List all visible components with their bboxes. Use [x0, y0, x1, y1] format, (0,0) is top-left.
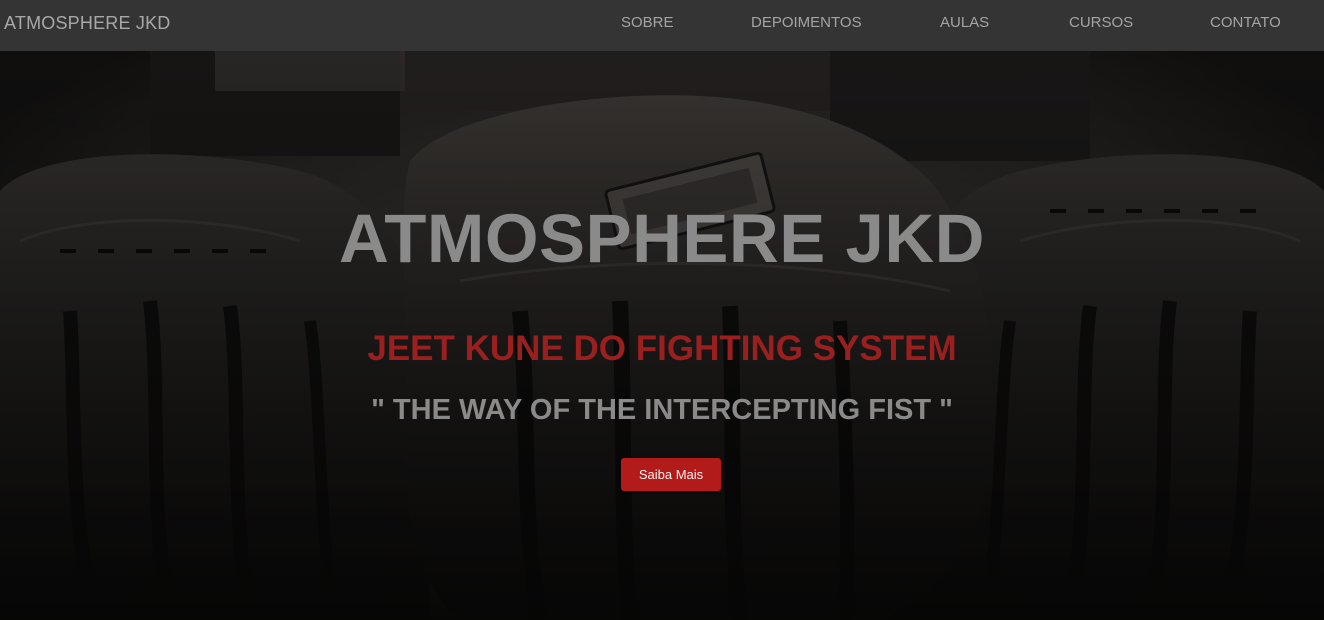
brand-link[interactable]: ATMOSPHERE JKD: [4, 0, 171, 51]
nav-link-aulas[interactable]: AULAS: [940, 0, 989, 51]
hero-quote: " THE WAY OF THE INTERCEPTING FIST ": [371, 394, 953, 426]
hero-section: ATMOSPHERE JKD JEET KUNE DO FIGHTING SYS…: [0, 51, 1324, 620]
page: ATMOSPHERE JKD SOBRE DEPOIMENTOS AULAS C…: [0, 0, 1324, 620]
hero-subtitle: JEET KUNE DO FIGHTING SYSTEM: [367, 329, 957, 368]
nav-link-depoimentos[interactable]: DEPOIMENTOS: [751, 0, 862, 51]
navbar: ATMOSPHERE JKD SOBRE DEPOIMENTOS AULAS C…: [0, 0, 1324, 51]
hero-title: ATMOSPHERE JKD: [339, 200, 985, 277]
saiba-mais-button[interactable]: Saiba Mais: [621, 458, 721, 491]
nav-link-contato[interactable]: CONTATO: [1210, 0, 1281, 51]
nav-link-sobre[interactable]: SOBRE: [621, 0, 674, 51]
nav-link-cursos[interactable]: CURSOS: [1069, 0, 1133, 51]
